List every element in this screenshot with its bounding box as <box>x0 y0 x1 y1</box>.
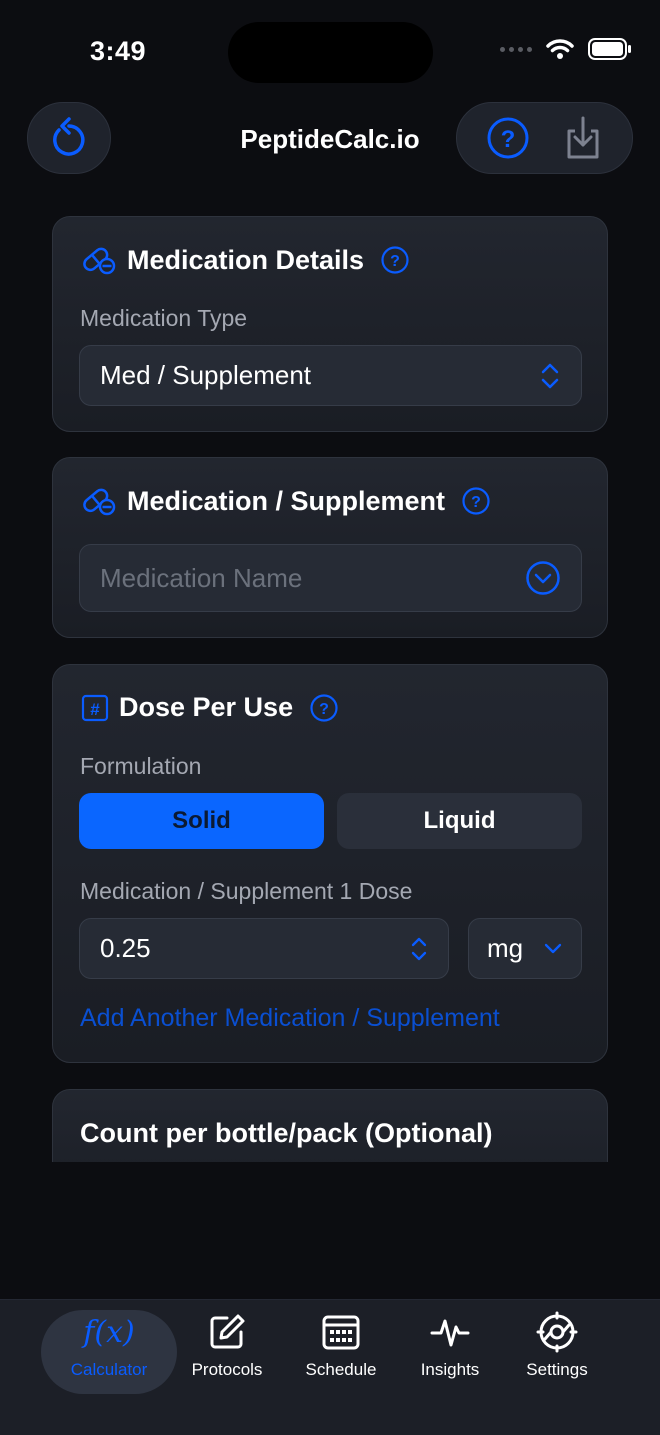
tab-insights[interactable]: Insights <box>408 1310 492 1394</box>
pill-icon <box>83 247 116 275</box>
edit-icon <box>207 1310 247 1354</box>
card-title: Medication / Supplement <box>127 485 446 516</box>
app-header: PeptideCalc.io ? <box>0 102 660 174</box>
chevron-down-circle-icon[interactable] <box>525 560 561 596</box>
chevron-down-icon <box>544 943 562 953</box>
gear-icon <box>536 1310 578 1354</box>
tab-label: Calculator <box>70 1360 148 1379</box>
tab-label: Insights <box>420 1360 480 1379</box>
formulation-solid-button[interactable]: Solid <box>79 793 324 849</box>
dynamic-island <box>228 22 433 83</box>
dose-value: 0.25 <box>100 933 151 963</box>
medication-details-header: Medication Details ? <box>81 244 410 276</box>
svg-text:?: ? <box>319 701 329 718</box>
medication-type-label: Medication Type <box>80 305 248 331</box>
card-title: Dose Per Use <box>119 692 294 722</box>
medication-details-card: Medication Details ? Medication Type Med… <box>52 216 608 432</box>
formulation-liquid-button[interactable]: Liquid <box>337 793 582 849</box>
download-icon[interactable] <box>563 115 603 161</box>
svg-text:#: # <box>90 700 100 719</box>
dose-stepper[interactable]: 0.25 <box>79 918 449 979</box>
function-icon: f(x) <box>83 1314 135 1350</box>
info-help-icon[interactable]: ? <box>461 486 491 516</box>
unit-select[interactable]: mg <box>468 918 582 979</box>
battery-icon <box>588 38 631 60</box>
tab-label: Protocols <box>191 1360 263 1379</box>
tab-settings[interactable]: Settings <box>514 1310 600 1394</box>
formulation-label: Formulation <box>80 753 202 779</box>
up-down-chevron-icon <box>541 363 559 388</box>
svg-text:?: ? <box>500 126 515 153</box>
calendar-icon <box>321 1310 361 1354</box>
tab-bar: f(x) Calculator Protocols Schedule Insig… <box>0 1299 660 1435</box>
info-help-icon[interactable]: ? <box>380 245 410 275</box>
tab-protocols[interactable]: Protocols <box>180 1310 274 1394</box>
status-time: 3:49 <box>90 36 147 66</box>
medication-name-input[interactable]: Medication Name <box>79 544 582 612</box>
header-actions: ? <box>456 102 633 174</box>
card-title: Medication Details <box>127 244 365 275</box>
hash-icon: # <box>81 694 109 721</box>
svg-text:?: ? <box>471 494 481 511</box>
unit-value: mg <box>487 933 524 963</box>
pill-icon <box>83 488 116 516</box>
help-icon[interactable]: ? <box>486 116 530 160</box>
medication-type-value: Med / Supplement <box>100 360 312 390</box>
up-down-chevron-icon <box>411 937 427 960</box>
tab-label: Schedule <box>305 1360 377 1379</box>
dose-per-use-header: # Dose Per Use ? <box>81 692 339 723</box>
svg-text:?: ? <box>390 253 400 270</box>
dose-per-use-card: # Dose Per Use ? Formulation Solid Liqui… <box>52 664 608 1063</box>
medication-supplement-header: Medication / Supplement ? <box>81 485 491 517</box>
tab-label: Settings <box>526 1360 588 1379</box>
scroll-area-bottom <box>0 1162 660 1299</box>
medication-supplement-card: Medication / Supplement ? Medication Nam… <box>52 457 608 638</box>
cellular-signal-icon <box>500 46 532 52</box>
dose-label: Medication / Supplement 1 Dose <box>80 878 413 904</box>
add-medication-link[interactable]: Add Another Medication / Supplement <box>80 1004 500 1033</box>
medication-type-select[interactable]: Med / Supplement <box>79 345 582 406</box>
wifi-icon <box>546 39 574 59</box>
medication-name-placeholder: Medication Name <box>100 562 303 593</box>
pulse-icon <box>430 1310 470 1354</box>
tab-calculator[interactable]: f(x) Calculator <box>41 1310 177 1394</box>
status-bar: 3:49 <box>0 0 660 100</box>
info-help-icon[interactable]: ? <box>309 693 339 723</box>
status-icons <box>500 38 632 60</box>
card-title: Count per bottle/pack (Optional) <box>80 1118 493 1148</box>
tab-schedule[interactable]: Schedule <box>296 1310 386 1394</box>
